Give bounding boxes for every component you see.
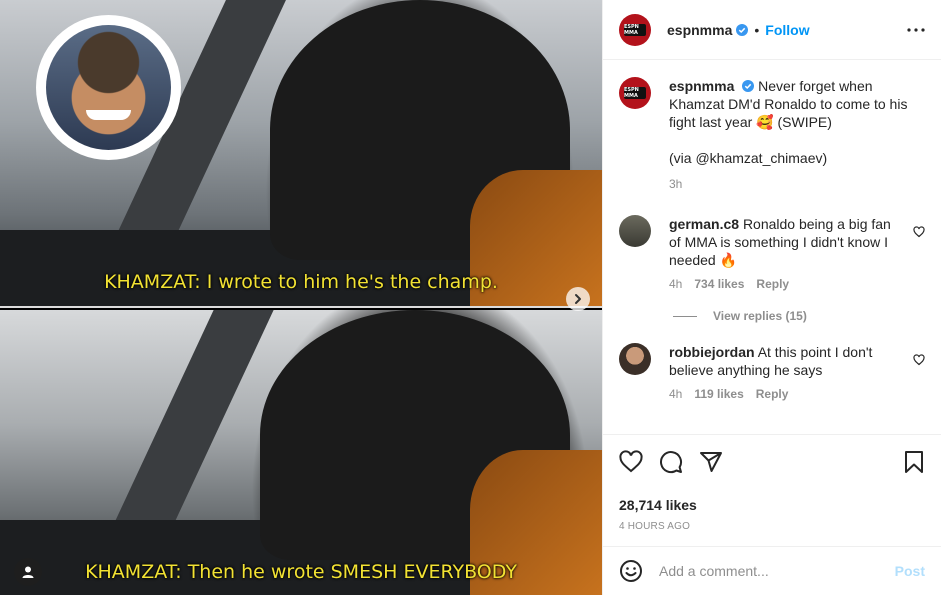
post-actions: 28,714 likes 4 HOURS AGO (603, 434, 941, 532)
espnmma-avatar[interactable]: ESPN MMA (619, 13, 651, 46)
ronaldo-face (46, 25, 171, 150)
subtitle-top: KHAMZAT: I wrote to him he's the champ. (104, 271, 498, 293)
caption-avatar[interactable]: ESPN MMA (619, 77, 651, 109)
save-button[interactable] (903, 450, 925, 474)
verified-badge-icon (742, 80, 755, 92)
verified-badge-icon (736, 23, 749, 36)
chevron-right-icon (575, 294, 581, 304)
view-replies-button[interactable]: View replies (15) (673, 309, 925, 323)
like-button[interactable] (619, 450, 643, 474)
commenter-avatar[interactable] (619, 215, 651, 247)
heart-icon (913, 226, 925, 238)
post-comment-button[interactable]: Post (895, 563, 925, 579)
comment-bubble-icon (660, 451, 683, 474)
comment-likes[interactable]: 734 likes (694, 275, 744, 293)
comment-item: german.c8 Ronaldo being a big fan of MMA… (619, 215, 925, 293)
post-timestamp[interactable]: 4 HOURS AGO (619, 521, 925, 532)
emoji-picker-button[interactable] (619, 559, 643, 583)
tagged-users-button[interactable] (14, 558, 42, 586)
ronaldo-avatar-overlay (36, 15, 181, 160)
smiling-hearts-emoji: 🥰 (756, 114, 774, 130)
window-pillar (106, 310, 274, 540)
espn-mma-logo: ESPN MMA (624, 23, 646, 36)
post-header: ESPN MMA espnmma • Follow (603, 0, 941, 60)
replies-line (673, 315, 697, 317)
caption-swipe: (SWIPE) (777, 114, 832, 130)
subtitle-bottom: KHAMZAT: Then he wrote SMESH EVERYBODY (85, 561, 517, 583)
view-replies-label: View replies (15) (713, 309, 807, 323)
car-scene (0, 310, 602, 595)
comment-likes[interactable]: 119 likes (694, 385, 743, 403)
heart-icon (619, 450, 643, 473)
caption-time: 3h (669, 177, 683, 191)
more-dots-icon (907, 27, 925, 32)
paper-plane-icon (700, 452, 722, 472)
reply-button[interactable]: Reply (756, 385, 789, 403)
like-comment-button[interactable] (913, 225, 925, 241)
caption-via: (via @khamzat_chimaev) (669, 150, 828, 166)
fire-emoji: 🔥 (719, 252, 738, 268)
user-icon (22, 566, 34, 578)
comment-time: 4h (669, 387, 683, 401)
comment-button[interactable] (659, 450, 683, 474)
post-side-panel: ESPN MMA espnmma • Follow ESPN MMA espnm… (602, 0, 941, 595)
comment-item: robbiejordan At this point I don't belie… (619, 343, 925, 403)
add-comment-bar: Post (603, 546, 941, 595)
media-frame-top: KHAMZAT: I wrote to him he's the champ. (0, 0, 602, 308)
media-frame-bottom: KHAMZAT: Then he wrote SMESH EVERYBODY (0, 310, 602, 595)
reply-button[interactable]: Reply (756, 275, 789, 293)
commenter-avatar[interactable] (619, 343, 651, 375)
post-media[interactable]: KHAMZAT: I wrote to him he's the champ. … (0, 0, 602, 595)
share-button[interactable] (699, 450, 723, 474)
separator-dot: • (754, 21, 760, 38)
more-options-button[interactable] (907, 27, 925, 32)
comments-list[interactable]: ESPN MMA espnmma Never forget when Khamz… (603, 61, 941, 433)
smiley-icon (620, 560, 642, 582)
comment-username[interactable]: robbiejordan (669, 344, 755, 360)
follow-button[interactable]: Follow (765, 22, 809, 38)
heart-icon (913, 354, 925, 366)
next-slide-button[interactable] (566, 287, 590, 311)
post-caption: ESPN MMA espnmma Never forget when Khamz… (619, 77, 925, 193)
comment-time: 4h (669, 277, 683, 291)
like-comment-button[interactable] (913, 353, 925, 369)
author-username[interactable]: espnmma (667, 22, 732, 38)
likes-count[interactable]: 28,714 likes (619, 497, 925, 513)
caption-username[interactable]: espnmma (669, 78, 734, 94)
espn-mma-logo: ESPN MMA (624, 87, 646, 99)
comment-username[interactable]: german.c8 (669, 216, 739, 232)
comment-input[interactable] (659, 563, 895, 579)
bookmark-icon (905, 451, 923, 473)
